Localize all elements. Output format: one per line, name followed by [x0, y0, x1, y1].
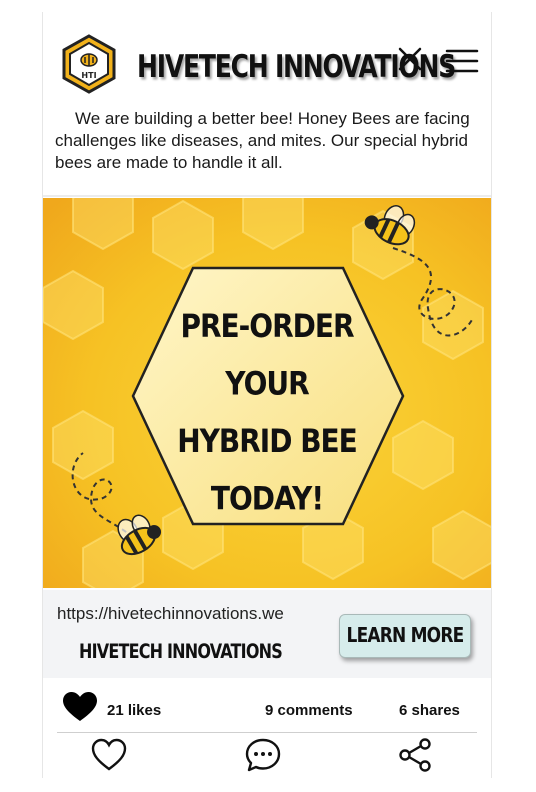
- heart-filled-icon: [63, 692, 97, 721]
- learn-more-label: LEARN MORE: [346, 624, 465, 648]
- learn-more-button[interactable]: LEARN MORE: [339, 614, 471, 658]
- menu-icon[interactable]: [445, 48, 479, 74]
- link-preview[interactable]: https://hivetechinnovations.we HIVETECH …: [43, 590, 491, 678]
- promo-headline: PRE-ORDER YOUR HYBRID BEE TODAY!: [167, 298, 367, 528]
- divider: [57, 732, 477, 733]
- post-header: HTI HIVETECH INNOVATIONS: [43, 12, 491, 112]
- engagement-stats: 21 likes 9 comments 6 shares: [43, 678, 491, 732]
- close-icon[interactable]: [397, 46, 423, 72]
- comments-count[interactable]: 9 comments: [265, 702, 353, 719]
- comment-icon[interactable]: [245, 738, 281, 772]
- promo-line: TODAY!: [210, 479, 324, 518]
- likes-count[interactable]: 21 likes: [107, 702, 161, 719]
- heart-outline-icon[interactable]: [91, 738, 127, 772]
- promo-line: HYBRID BEE: [177, 422, 358, 461]
- promo-image[interactable]: PRE-ORDER YOUR HYBRID BEE TODAY!: [43, 198, 491, 588]
- post-description: We are building a better bee! Honey Bees…: [55, 109, 470, 172]
- promo-line: PRE-ORDER: [180, 307, 354, 346]
- post-card: HTI HIVETECH INNOVATIONS We are building…: [42, 12, 492, 778]
- logo-text: HTI: [81, 71, 96, 80]
- shares-count[interactable]: 6 shares: [399, 702, 460, 719]
- share-icon[interactable]: [397, 738, 433, 772]
- link-brand: HIVETECH INNOVATIONS: [79, 640, 283, 663]
- divider: [43, 195, 491, 197]
- promo-line: YOUR: [225, 364, 309, 403]
- hivetech-logo: HTI: [62, 34, 116, 94]
- link-url[interactable]: https://hivetechinnovations.we: [57, 604, 284, 624]
